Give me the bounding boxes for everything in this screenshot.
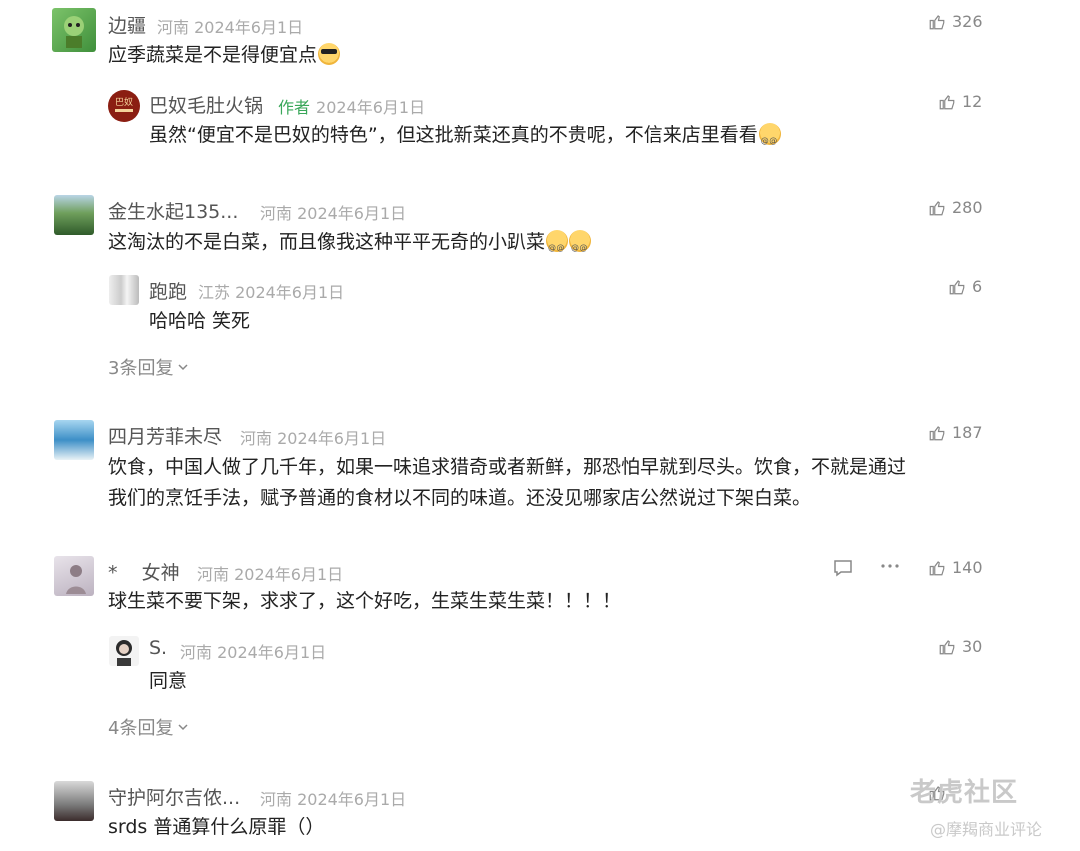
username[interactable]: * 女神 [108, 558, 180, 585]
thumbs-up-icon [929, 14, 945, 29]
reply-bubble-icon [834, 560, 852, 577]
chevron-down-icon [178, 364, 188, 371]
like-count: 326 [952, 12, 983, 31]
like-count: 6 [972, 277, 983, 296]
reply-text: 同意 [149, 670, 188, 692]
reply-username[interactable]: 跑跑 [149, 277, 187, 304]
thumbs-up-icon [929, 200, 945, 215]
avatar[interactable] [109, 275, 139, 305]
like-button[interactable]: 326 [928, 12, 983, 31]
comment-meta: 河南 2024年6月1日 [260, 204, 407, 223]
view-replies-link[interactable]: 3条回复 [108, 354, 189, 380]
watermark-credit: @摩羯商业评论 [930, 820, 1043, 839]
comment-meta: 河南 2024年6月1日 [260, 790, 407, 809]
emoji-dizzy-icon [758, 123, 781, 156]
like-count: 12 [962, 92, 983, 111]
username[interactable]: 四月芳菲未尽 [108, 422, 222, 449]
thumbs-up-icon [929, 560, 945, 575]
comment-text: 应季蔬菜是不是得便宜点 [108, 40, 341, 71]
comment-meta: 河南 2024年6月1日 [240, 429, 387, 448]
comment-text: srds 普通算什么原罪（） [108, 816, 325, 838]
like-button[interactable]: 6 [948, 277, 982, 296]
emoji-dizzy-icon [546, 230, 569, 263]
comment-text: 球生菜不要下架，求求了，这个好吃，生菜生菜生菜！！！！ [108, 590, 622, 612]
reply-meta: 河南 2024年6月1日 [180, 643, 327, 662]
avatar[interactable] [54, 781, 94, 821]
comment-text-body: 应季蔬菜是不是得便宜点 [108, 44, 318, 66]
like-count: 140 [952, 558, 983, 577]
avatar[interactable] [54, 195, 94, 235]
thumbs-up-icon [939, 639, 955, 654]
like-button[interactable]: 140 [928, 558, 983, 577]
like-button[interactable]: 30 [938, 637, 982, 656]
reply-username[interactable]: S. [149, 637, 167, 659]
username[interactable]: 金生水起135... [108, 197, 238, 224]
username[interactable]: 守护阿尔吉侬... [108, 783, 240, 810]
reply-username[interactable]: 巴奴毛肚火锅 [149, 91, 263, 118]
svg-text:巴奴: 巴奴 [115, 96, 133, 108]
like-button[interactable]: 280 [928, 198, 983, 217]
reply-date: 2024年6月1日 [316, 98, 426, 117]
view-replies-label: 4条回复 [108, 718, 174, 739]
avatar[interactable] [109, 636, 139, 666]
author-badge: 作者 [278, 98, 311, 117]
thumbs-up-icon [949, 279, 965, 294]
comment-meta: 河南 2024年6月1日 [157, 18, 304, 37]
thumbs-up-icon [939, 94, 955, 109]
like-count: 30 [962, 637, 983, 656]
avatar[interactable] [52, 8, 96, 52]
comment-text: 这淘汰的不是白菜，而且像我这种平平无奇的小趴菜 [108, 227, 592, 263]
chevron-down-icon [178, 724, 188, 731]
like-count: 280 [952, 198, 983, 217]
comment-text-line: 我们的烹饪手法，赋予普通的食材以不同的味道。还没见哪家店公然说过下架白菜。 [108, 487, 812, 509]
like-count: 187 [952, 423, 983, 442]
ellipsis-icon [881, 564, 899, 568]
avatar[interactable]: 巴奴 [108, 90, 140, 122]
reply-meta: 作者 2024年6月1日 [278, 94, 425, 118]
reply-text: 虽然“便宜不是巴奴的特色”，但这批新菜还真的不贵呢，不信来店里看看 [149, 120, 781, 156]
avatar[interactable] [54, 420, 94, 460]
like-button[interactable]: 12 [938, 92, 982, 111]
like-button[interactable]: 187 [928, 423, 983, 442]
watermark-logo: 老虎社区 [910, 778, 1019, 808]
reply-text: 哈哈哈 笑死 [149, 310, 251, 332]
reply-text-body: 虽然“便宜不是巴奴的特色”，但这批新菜还真的不贵呢，不信来店里看看 [149, 124, 758, 146]
emoji-sunglasses-icon [318, 43, 341, 65]
reply-meta: 江苏 2024年6月1日 [198, 283, 345, 302]
view-replies-label: 3条回复 [108, 358, 174, 379]
comment-text-body: 这淘汰的不是白菜，而且像我这种平平无奇的小趴菜 [108, 231, 546, 253]
comment-text-line: 饮食，中国人做了几千年，如果一味追求猎奇或者新鲜，那恐怕早就到尽头。饮食，不就是… [108, 456, 907, 478]
view-replies-link[interactable]: 4条回复 [108, 714, 189, 740]
avatar[interactable] [54, 556, 94, 596]
comment-meta: 河南 2024年6月1日 [197, 565, 344, 584]
thumbs-up-icon [929, 425, 945, 440]
emoji-dizzy-icon [569, 230, 592, 263]
username[interactable]: 边疆 [108, 11, 146, 38]
more-options-button[interactable] [880, 556, 900, 581]
reply-button[interactable] [833, 558, 853, 583]
